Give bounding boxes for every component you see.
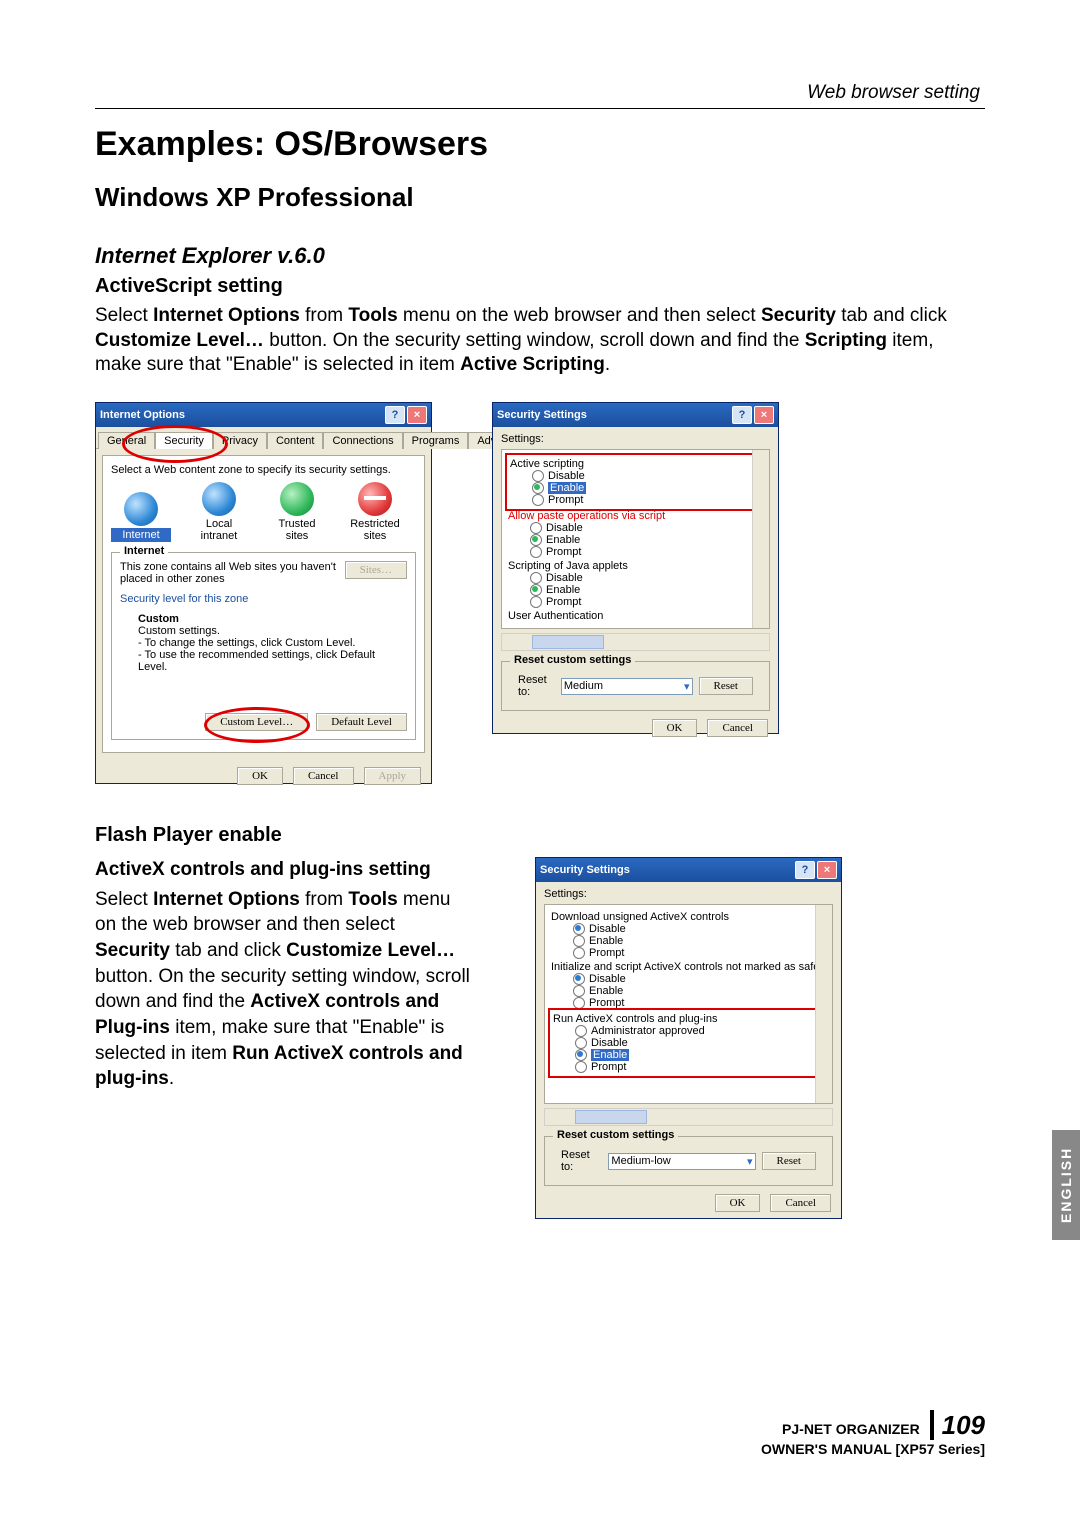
- custom-line: - To change the settings, click Custom L…: [138, 637, 407, 649]
- radio-disable[interactable]: Disable: [530, 572, 767, 584]
- zone-restricted-sites[interactable]: Restricted sites: [345, 482, 405, 542]
- dialog-title: Security Settings: [540, 864, 630, 876]
- globe-icon: [202, 482, 236, 516]
- settings-label: Settings:: [493, 427, 778, 445]
- radio-disable[interactable]: Disable: [573, 923, 830, 935]
- page-title: Examples: OS/Browsers: [95, 125, 985, 164]
- close-icon[interactable]: ×: [817, 861, 837, 879]
- browser-heading: Internet Explorer v.6.0: [95, 243, 985, 269]
- help-icon[interactable]: ?: [795, 861, 815, 879]
- apply-button[interactable]: Apply: [364, 767, 422, 785]
- custom-line: - To use the recommended settings, click…: [138, 649, 407, 673]
- ok-button[interactable]: OK: [715, 1194, 761, 1212]
- group-init-script-activex: Initialize and script ActiveX controls n…: [551, 961, 830, 973]
- help-icon[interactable]: ?: [732, 406, 752, 424]
- radio-disable[interactable]: Disable: [575, 1037, 828, 1049]
- group-allow-paste: Allow paste operations via script: [508, 510, 767, 522]
- radio-disable[interactable]: Disable: [530, 522, 767, 534]
- reset-group-label: Reset custom settings: [510, 654, 635, 666]
- scrollbar-horizontal[interactable]: [501, 633, 770, 651]
- close-icon[interactable]: ×: [754, 406, 774, 424]
- group-active-scripting: Active scripting: [510, 458, 765, 470]
- zone-internet[interactable]: Internet: [111, 492, 171, 542]
- check-icon: [280, 482, 314, 516]
- sites-button[interactable]: Sites…: [345, 561, 407, 579]
- tab-connections[interactable]: Connections: [323, 432, 402, 449]
- settings-label: Settings:: [536, 882, 841, 900]
- running-header: Web browser setting: [807, 82, 980, 104]
- scrollbar-vertical[interactable]: [752, 450, 769, 628]
- group-download-unsigned: Download unsigned ActiveX controls: [551, 911, 830, 923]
- reset-to-select[interactable]: Medium▾: [561, 678, 693, 695]
- radio-enable[interactable]: Enable: [530, 534, 767, 546]
- setting-heading-2: Flash Player enable: [95, 824, 985, 847]
- zone-hint: Select a Web content zone to specify its…: [111, 464, 416, 476]
- tab-programs[interactable]: Programs: [403, 432, 469, 449]
- ok-button[interactable]: OK: [237, 767, 283, 785]
- radio-admin-approved[interactable]: Administrator approved: [575, 1025, 828, 1037]
- group-java-applets: Scripting of Java applets: [508, 560, 767, 572]
- radio-disable[interactable]: Disable: [573, 973, 830, 985]
- radio-disable[interactable]: Disable: [532, 470, 765, 482]
- dialog-security-settings-activex: Security Settings ? × Settings: Download…: [535, 857, 842, 1219]
- zone-local-intranet[interactable]: Local intranet: [189, 482, 249, 542]
- header-rule: [95, 108, 985, 109]
- dialog-security-settings-scripting: Security Settings ? × Settings: Active s…: [492, 402, 779, 734]
- reset-to-label: Reset to:: [518, 674, 555, 698]
- reset-button[interactable]: Reset: [762, 1152, 816, 1170]
- radio-enable[interactable]: Enable: [573, 985, 830, 997]
- reset-button[interactable]: Reset: [699, 677, 753, 695]
- radio-enable[interactable]: Enable: [530, 584, 767, 596]
- scrollbar-vertical[interactable]: [815, 905, 832, 1103]
- radio-prompt[interactable]: Prompt: [532, 494, 765, 506]
- dialog-title: Internet Options: [100, 409, 185, 421]
- highlight-circle-custom-level: [204, 707, 310, 743]
- cancel-button[interactable]: Cancel: [707, 719, 768, 737]
- page-footer: PJ-NET ORGANIZER 109 OWNER'S MANUAL [XP5…: [761, 1410, 985, 1457]
- zone-name-label: Internet: [120, 545, 168, 557]
- security-level-label: Security level for this zone: [120, 593, 407, 605]
- chevron-down-icon: ▾: [684, 680, 690, 693]
- radio-enable[interactable]: Enable: [573, 935, 830, 947]
- radio-prompt[interactable]: Prompt: [573, 997, 830, 1009]
- cancel-button[interactable]: Cancel: [293, 767, 354, 785]
- restricted-icon: [358, 482, 392, 516]
- custom-title: Custom: [138, 613, 407, 625]
- default-level-button[interactable]: Default Level: [316, 713, 407, 731]
- radio-enable[interactable]: Enable: [532, 482, 765, 494]
- setting-heading-1: ActiveScript setting: [95, 275, 985, 298]
- group-run-activex: Run ActiveX controls and plug-ins: [553, 1013, 828, 1025]
- reset-to-select[interactable]: Medium-low▾: [608, 1153, 755, 1170]
- zone-description: This zone contains all Web sites you hav…: [120, 561, 339, 585]
- os-heading: Windows XP Professional: [95, 182, 985, 213]
- language-tab: ENGLISH: [1052, 1130, 1080, 1240]
- radio-prompt[interactable]: Prompt: [530, 596, 767, 608]
- close-icon[interactable]: ×: [407, 406, 427, 424]
- chevron-down-icon: ▾: [747, 1155, 753, 1168]
- radio-prompt[interactable]: Prompt: [573, 947, 830, 959]
- setting-body-2: ActiveX controls and plug-ins setting Se…: [95, 857, 475, 1092]
- scrollbar-horizontal[interactable]: [544, 1108, 833, 1126]
- tab-content[interactable]: Content: [267, 432, 324, 449]
- cancel-button[interactable]: Cancel: [770, 1194, 831, 1212]
- highlight-circle-security-tab: [122, 425, 228, 463]
- custom-line: Custom settings.: [138, 625, 407, 637]
- dialog-title: Security Settings: [497, 409, 587, 421]
- zone-trusted-sites[interactable]: Trusted sites: [267, 482, 327, 542]
- group-user-auth: User Authentication: [508, 610, 767, 622]
- globe-icon: [124, 492, 158, 526]
- radio-prompt[interactable]: Prompt: [575, 1061, 828, 1073]
- setting-body-1: Select Internet Options from Tools menu …: [95, 304, 985, 378]
- help-icon[interactable]: ?: [385, 406, 405, 424]
- reset-group-label: Reset custom settings: [553, 1129, 678, 1141]
- radio-prompt[interactable]: Prompt: [530, 546, 767, 558]
- radio-enable[interactable]: Enable: [575, 1049, 828, 1061]
- dialog-internet-options: Internet Options ? × General Security Pr…: [95, 402, 432, 784]
- ok-button[interactable]: OK: [652, 719, 698, 737]
- reset-to-label: Reset to:: [561, 1149, 602, 1173]
